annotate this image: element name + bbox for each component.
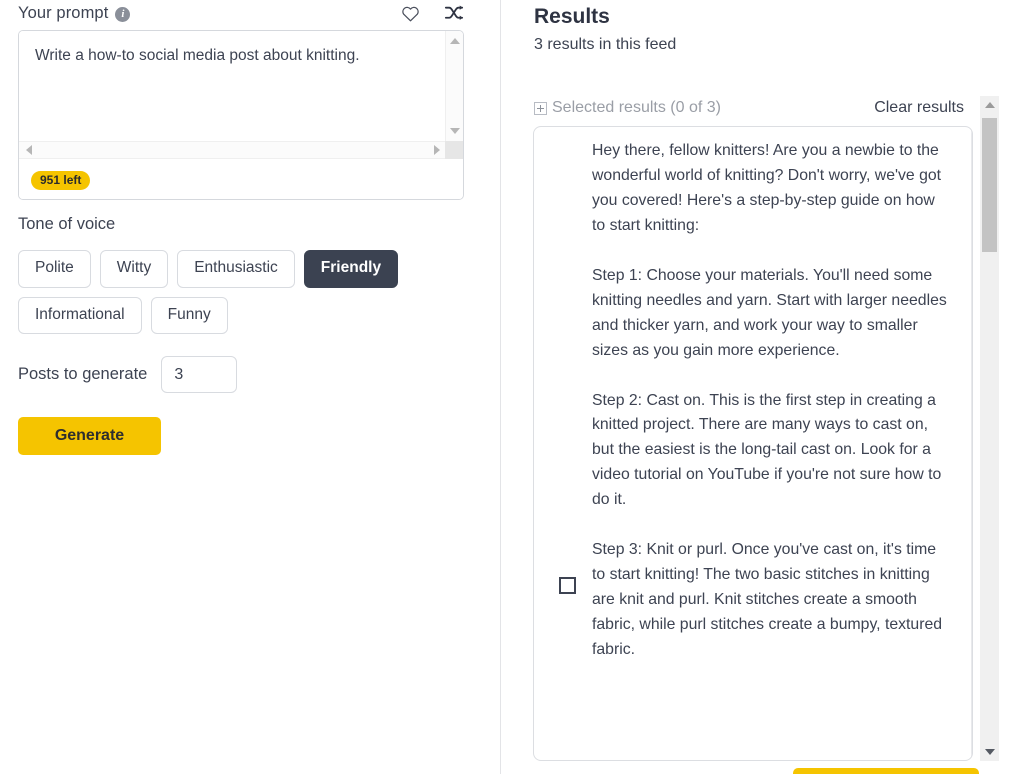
info-icon[interactable]: i [115,6,131,22]
results-scroll-thumb[interactable] [982,118,997,252]
results-scroll-up-arrow-icon[interactable] [984,102,995,108]
tone-option-enthusiastic[interactable]: Enthusiastic [177,250,295,288]
result-card[interactable]: Hey there, fellow knitters! Are you a ne… [533,126,973,761]
scroll-left-arrow-icon[interactable] [26,145,32,155]
shuffle-icon[interactable] [444,3,464,23]
char-count-badge: 951 left [31,170,91,190]
bottom-action-button[interactable] [793,768,979,774]
selected-results-row: Selected results (0 of 3) Clear results [534,99,964,117]
heart-icon[interactable] [400,3,420,23]
scroll-down-arrow-icon[interactable] [449,128,460,134]
tone-option-friendly[interactable]: Friendly [303,250,399,288]
prompt-textarea-container[interactable]: Write a how-to social media post about k… [18,30,464,200]
tone-option-funny[interactable]: Funny [150,296,228,335]
app-root: Your prompt i Write a how-to social medi… [0,0,1024,774]
prompt-header: Your prompt i [18,0,464,26]
tone-of-voice-options: Polite Witty Enthusiastic Friendly Infor… [18,250,468,335]
prompt-panel: Your prompt i Write a how-to social medi… [0,0,500,774]
scroll-right-arrow-icon[interactable] [434,145,440,155]
results-count-label: 3 results in this feed [534,36,677,53]
plus-box-icon[interactable] [534,101,547,115]
prompt-vertical-scrollbar[interactable] [445,31,463,141]
tone-of-voice-label: Tone of voice [18,215,116,233]
results-title: Results [534,5,610,28]
prompt-header-actions [400,3,464,23]
char-count-row: 951 left [19,160,463,199]
posts-to-generate-input[interactable] [161,356,238,393]
result-card-inner-divider [971,127,972,760]
prompt-horizontal-scrollbar[interactable] [19,141,463,159]
results-scrollbar[interactable] [980,96,999,761]
result-text: Hey there, fellow knitters! Are you a ne… [592,142,947,659]
result-select-checkbox[interactable] [559,577,576,594]
prompt-label: Your prompt [18,3,109,22]
tone-option-polite[interactable]: Polite [18,250,91,288]
results-scroll-down-arrow-icon[interactable] [984,749,995,755]
generate-button[interactable]: Generate [18,417,161,455]
clear-results-button[interactable]: Clear results [874,99,964,117]
posts-to-generate-label: Posts to generate [18,365,148,383]
tone-option-informational[interactable]: Informational [18,296,142,335]
selected-results-label: Selected results (0 of 3) [552,99,721,116]
prompt-input[interactable]: Write a how-to social media post about k… [19,31,446,141]
scroll-up-arrow-icon[interactable] [449,38,460,44]
posts-to-generate-row: Posts to generate [18,356,238,393]
tone-option-witty[interactable]: Witty [99,250,169,288]
scrollbar-corner [445,141,463,159]
